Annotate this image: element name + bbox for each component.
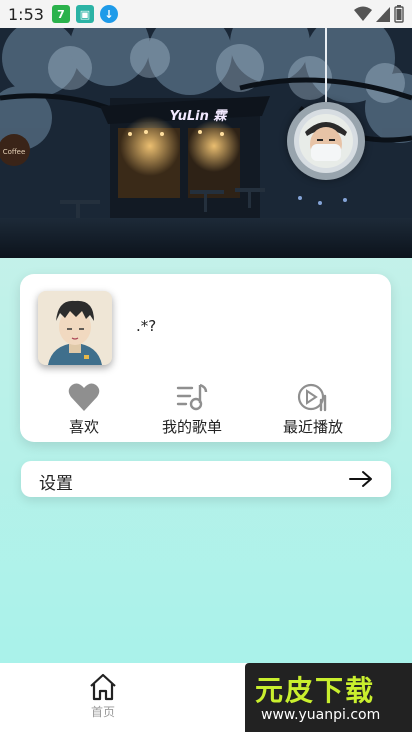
recent-play-icon [297, 383, 327, 412]
site-watermark: 元皮下载 www.yuanpi.com [245, 663, 412, 732]
notification-7-icon: 7 [51, 5, 70, 23]
settings-row[interactable]: 设置 [21, 461, 391, 497]
my-playlists-button[interactable]: 我的歌单 [137, 382, 247, 437]
signal-icon [376, 7, 390, 22]
cartoon-avatar-image [38, 291, 112, 365]
favorites-label: 喜欢 [68, 418, 99, 436]
profile-avatar[interactable] [38, 291, 112, 365]
hero-banner: YuLin 霖 Coffee [0, 28, 412, 258]
watermark-url: www.yuanpi.com [261, 707, 381, 723]
playlist-icon [176, 383, 208, 411]
profile-card: .*? 喜欢 我的歌单 最近播放 [20, 274, 391, 442]
my-playlists-label: 我的歌单 [161, 418, 222, 436]
notification-badge-number: 7 [57, 7, 65, 21]
watermark-logo: 元皮下载 [255, 674, 376, 707]
nav-home-label: 首页 [90, 705, 115, 719]
settings-label: 设置 [39, 474, 73, 494]
hanging-string [325, 28, 327, 103]
coffee-sign: Coffee [3, 148, 26, 156]
home-icon [90, 673, 116, 701]
download-icon: ↓ [99, 5, 118, 23]
battery-icon [394, 5, 404, 23]
profile-nickname: .*? [136, 317, 157, 335]
arrow-right-icon [349, 471, 372, 487]
recent-plays-button[interactable]: 最近播放 [258, 382, 368, 437]
user-avatar[interactable] [287, 102, 365, 180]
heart-icon [68, 383, 100, 411]
status-bar: 1:53 7 ▣ ↓ [0, 0, 412, 28]
gallery-app-icon: ▣ [75, 5, 94, 23]
recent-plays-label: 最近播放 [282, 418, 343, 436]
wifi-icon [354, 6, 372, 21]
status-time: 1:53 [8, 4, 44, 24]
favorites-button[interactable]: 喜欢 [29, 382, 139, 437]
nav-home-tab[interactable]: 首页 [78, 673, 128, 720]
user-photo [294, 109, 358, 173]
bottom-navigation: 首页 元皮下载 www.yuanpi.com [0, 663, 412, 732]
